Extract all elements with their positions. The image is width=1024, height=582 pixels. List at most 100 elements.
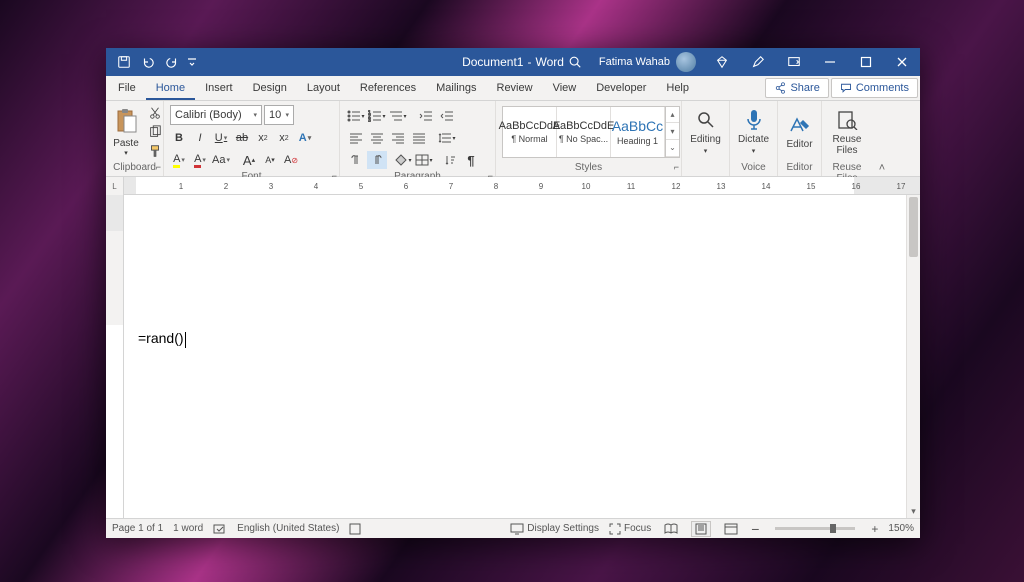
style-heading1[interactable]: AaBbCcHeading 1 xyxy=(611,107,665,157)
collapse-ribbon-button[interactable]: ˄ xyxy=(872,101,892,176)
styles-gallery[interactable]: AaBbCcDdE¶ Normal AaBbCcDdE¶ No Spac... … xyxy=(502,106,680,158)
sort-button[interactable] xyxy=(440,151,460,169)
tab-help[interactable]: Help xyxy=(656,76,699,100)
grow-font-button[interactable]: A▴ xyxy=(240,151,258,169)
highlight-button[interactable]: A▾ xyxy=(170,151,188,169)
subscript-button[interactable]: x2 xyxy=(254,129,272,147)
bold-button[interactable]: B xyxy=(170,129,188,147)
document-page[interactable]: =rand() xyxy=(124,195,920,518)
close-button[interactable] xyxy=(884,48,920,76)
shrink-font-button[interactable]: A▾ xyxy=(261,151,279,169)
zoom-slider[interactable] xyxy=(775,527,855,530)
style-normal[interactable]: AaBbCcDdE¶ Normal xyxy=(503,107,557,157)
clipboard-icon xyxy=(112,106,140,138)
tab-insert[interactable]: Insert xyxy=(195,76,243,100)
print-layout-button[interactable] xyxy=(691,521,711,537)
tab-view[interactable]: View xyxy=(543,76,587,100)
group-clipboard: Paste ▾ Clipboard⌐ xyxy=(106,101,164,176)
tab-design[interactable]: Design xyxy=(243,76,297,100)
zoom-in-button[interactable]: + xyxy=(871,522,878,536)
tab-selector[interactable]: L xyxy=(106,177,124,195)
page-indicator[interactable]: Page 1 of 1 xyxy=(112,523,163,534)
align-center-button[interactable] xyxy=(367,129,387,147)
tab-references[interactable]: References xyxy=(350,76,426,100)
focus-button[interactable]: Focus xyxy=(609,523,651,535)
chevron-down-icon: ▾ xyxy=(704,147,708,155)
italic-button[interactable]: I xyxy=(191,129,209,147)
zoom-thumb[interactable] xyxy=(830,524,836,533)
comments-button[interactable]: Comments xyxy=(831,78,918,98)
word-count[interactable]: 1 word xyxy=(173,523,203,534)
reuse-files-button[interactable]: Reuse Files xyxy=(828,108,866,156)
spellcheck-icon[interactable] xyxy=(213,523,227,535)
style-no-spacing[interactable]: AaBbCcDdE¶ No Spac... xyxy=(557,107,611,157)
font-name-selector[interactable]: Calibri (Body)▾ xyxy=(170,105,262,125)
scroll-down-icon[interactable]: ▾ xyxy=(907,504,920,518)
styles-more[interactable]: ▴▾⌄ xyxy=(665,107,679,157)
cut-button[interactable] xyxy=(146,105,164,121)
bullets-button[interactable]: ▾ xyxy=(346,107,366,125)
line-spacing-button[interactable]: ▾ xyxy=(437,129,457,147)
superscript-button[interactable]: x2 xyxy=(275,129,293,147)
underline-button[interactable]: U▾ xyxy=(212,129,230,147)
tab-home[interactable]: Home xyxy=(146,76,195,100)
align-left-button[interactable] xyxy=(346,129,366,147)
format-painter-button[interactable] xyxy=(146,143,164,159)
decrease-indent-button[interactable] xyxy=(416,107,436,125)
copy-button[interactable] xyxy=(146,124,164,140)
launcher-icon[interactable]: ⌐ xyxy=(156,162,161,172)
web-layout-button[interactable] xyxy=(721,521,741,537)
scroll-thumb[interactable] xyxy=(909,197,918,257)
share-button[interactable]: Share xyxy=(765,78,828,98)
minimize-button[interactable] xyxy=(812,48,848,76)
shading-button[interactable]: ▾ xyxy=(393,151,413,169)
justify-button[interactable] xyxy=(409,129,429,147)
align-right-button[interactable] xyxy=(388,129,408,147)
vertical-ruler[interactable] xyxy=(106,195,124,518)
change-case-button[interactable]: Aa▾ xyxy=(212,151,230,169)
font-color-button[interactable]: A▾ xyxy=(191,151,209,169)
read-mode-button[interactable] xyxy=(661,521,681,537)
document-content[interactable]: =rand() xyxy=(138,330,186,348)
text-effects-button[interactable]: A▾ xyxy=(296,129,314,147)
group-paragraph: ▾ 123▾ ▾ ▾ xyxy=(340,101,496,176)
show-marks-button[interactable]: ¶ xyxy=(461,151,481,169)
ltr-button[interactable] xyxy=(346,151,366,169)
undo-button[interactable] xyxy=(136,50,160,74)
tab-mailings[interactable]: Mailings xyxy=(426,76,486,100)
editing-button[interactable]: Editing ▾ xyxy=(688,108,723,155)
ribbon-display-icon[interactable] xyxy=(776,48,812,76)
vertical-scrollbar[interactable]: ▴ ▾ xyxy=(906,195,920,518)
launcher-icon[interactable]: ⌐ xyxy=(674,162,679,172)
language-indicator[interactable]: English (United States) xyxy=(237,523,339,534)
zoom-out-button[interactable]: − xyxy=(751,521,759,537)
zoom-level[interactable]: 150% xyxy=(888,523,914,534)
user-name: Fatima Wahab xyxy=(599,56,670,68)
horizontal-ruler[interactable]: L 1234567891011121314151617 xyxy=(106,177,920,195)
clear-formatting-button[interactable]: A⊘ xyxy=(282,151,300,169)
tab-review[interactable]: Review xyxy=(487,76,543,100)
document-name: Document1 xyxy=(462,55,523,69)
dictate-button[interactable]: Dictate ▾ xyxy=(736,108,771,155)
rtl-button[interactable] xyxy=(367,151,387,169)
tab-developer[interactable]: Developer xyxy=(586,76,656,100)
multilevel-button[interactable]: ▾ xyxy=(388,107,408,125)
tab-file[interactable]: File xyxy=(108,76,146,100)
maximize-button[interactable] xyxy=(848,48,884,76)
font-size-selector[interactable]: 10▾ xyxy=(264,105,294,125)
redo-button[interactable] xyxy=(160,50,184,74)
pen-icon[interactable] xyxy=(740,48,776,76)
accessibility-icon[interactable] xyxy=(349,523,361,535)
qat-customize-icon[interactable] xyxy=(184,50,200,74)
editor-button[interactable]: Editor xyxy=(784,113,815,150)
diamond-icon[interactable] xyxy=(704,48,740,76)
increase-indent-button[interactable] xyxy=(437,107,457,125)
user-account[interactable]: Fatima Wahab xyxy=(591,52,704,72)
autosave-icon[interactable] xyxy=(112,50,136,74)
numbering-button[interactable]: 123▾ xyxy=(367,107,387,125)
tab-layout[interactable]: Layout xyxy=(297,76,350,100)
borders-button[interactable]: ▾ xyxy=(414,151,434,169)
strikethrough-button[interactable]: ab xyxy=(233,129,251,147)
display-settings-button[interactable]: Display Settings xyxy=(510,523,599,535)
paste-button[interactable]: Paste ▾ xyxy=(112,106,140,157)
